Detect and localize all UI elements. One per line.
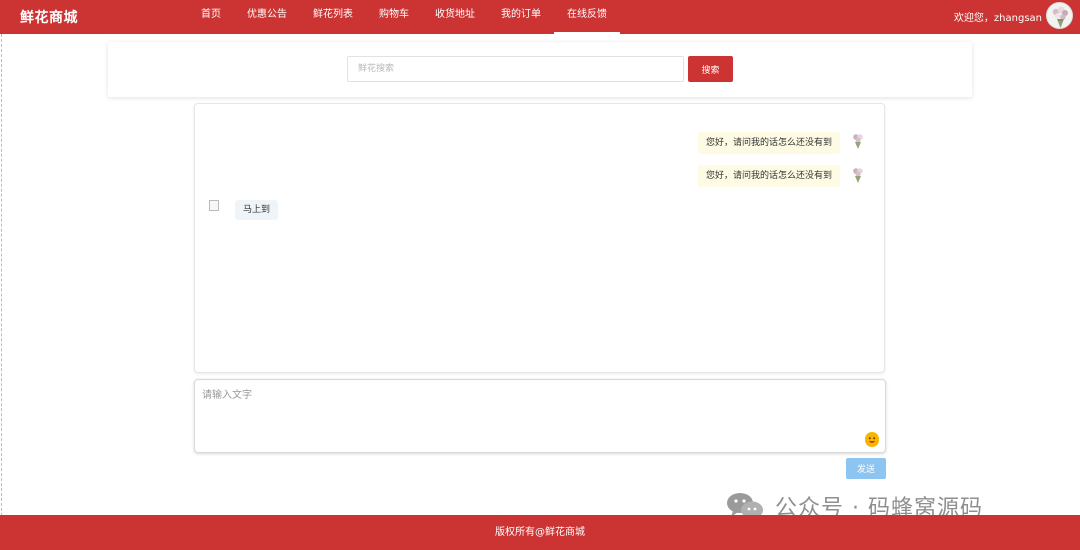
search-panel: 搜索 (108, 42, 972, 97)
nav-item-home[interactable]: 首页 (188, 0, 234, 34)
chat-message-admin-1: 马上到 (235, 200, 279, 220)
nav-item-feedback[interactable]: 在线反馈 (554, 0, 620, 34)
chat-message-user-2: 您好，请问我的话怎么还没有到 (697, 165, 840, 187)
top-navbar: 鲜花商城 首页 优惠公告 鲜花列表 购物车 收货地址 我的订单 在线反馈 欢迎您… (0, 0, 1080, 34)
broken-image-icon (209, 200, 219, 211)
search-button[interactable]: 搜索 (688, 56, 733, 82)
message-composer (194, 379, 886, 453)
user-avatar-icon (850, 132, 866, 150)
user-avatar-icon (850, 166, 866, 184)
send-button[interactable]: 发送 (846, 458, 886, 479)
message-input[interactable] (195, 380, 885, 452)
brand-logo-text[interactable]: 鲜花商城 (20, 7, 78, 27)
flower-search-input[interactable] (347, 56, 684, 82)
welcome-user-text[interactable]: 欢迎您，zhangsan (954, 9, 1042, 24)
left-guide-line (1, 34, 2, 516)
emoji-smile-icon[interactable] (865, 432, 879, 447)
bouquet-avatar-icon[interactable] (1046, 2, 1073, 29)
nav-item-address[interactable]: 收货地址 (422, 0, 488, 34)
nav-item-orders[interactable]: 我的订单 (488, 0, 554, 34)
footer-copyright: 版权所有@鲜花商城 (495, 527, 585, 538)
chat-message-area[interactable]: 您好，请问我的话怎么还没有到 您好，请问我的话怎么还没有到 马上到 (194, 103, 885, 373)
nav-item-cart[interactable]: 购物车 (366, 0, 422, 34)
nav-item-promotions[interactable]: 优惠公告 (234, 0, 300, 34)
footer: 版权所有@鲜花商城 (0, 515, 1080, 550)
main-nav: 首页 优惠公告 鲜花列表 购物车 收货地址 我的订单 在线反馈 (188, 0, 620, 34)
chat-message-user-1: 您好，请问我的话怎么还没有到 (697, 132, 840, 154)
nav-item-flower-list[interactable]: 鲜花列表 (300, 0, 366, 34)
